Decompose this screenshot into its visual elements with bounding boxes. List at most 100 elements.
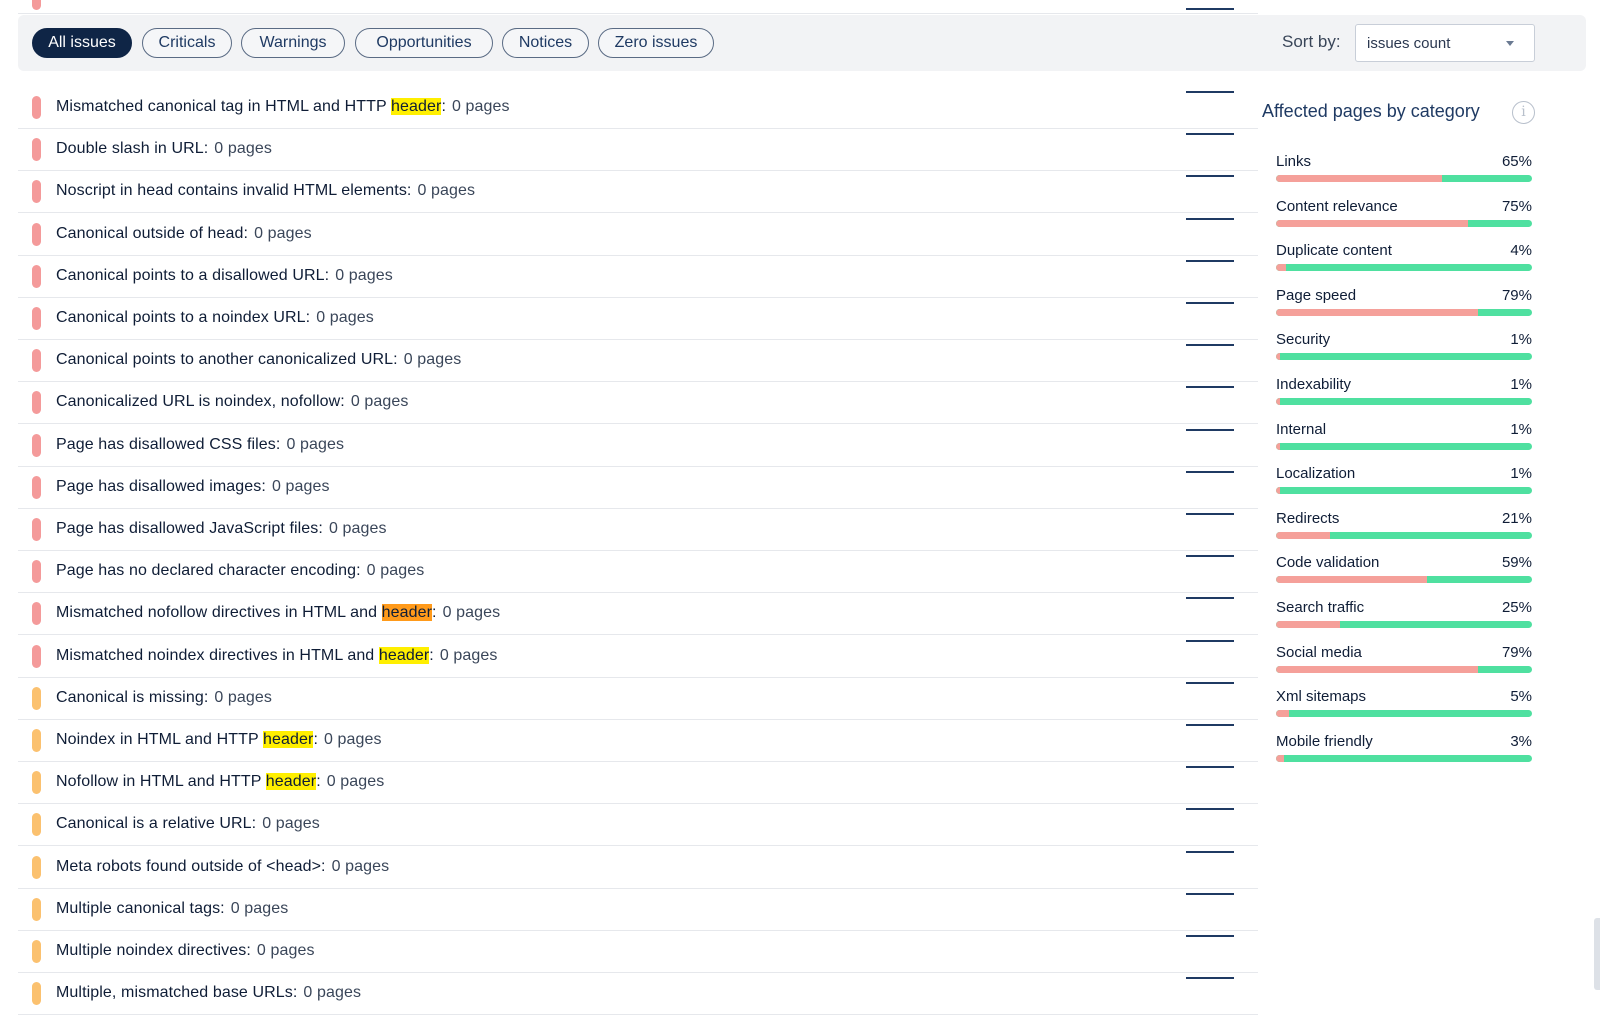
category-mobile-friendly[interactable]: Mobile friendly 3%: [1276, 733, 1532, 777]
issue-row[interactable]: Double slash in URL: 0 pages: [18, 128, 1258, 172]
issue-row[interactable]: Noindex in HTML and HTTP header: 0 pages: [18, 719, 1258, 762]
issue-row[interactable]: Meta robots found outside of <head>: 0 pa…: [18, 846, 1258, 889]
issue-row[interactable]: Page has disallowed CSS files: 0 pages: [18, 424, 1258, 467]
trend-sparkline: [1186, 8, 1234, 10]
issue-title[interactable]: Meta robots found outside of <head>: 0 pa…: [56, 858, 389, 876]
issue-row[interactable]: Multiple, mismatched base URLs: 0 pages: [18, 972, 1258, 1016]
trend-sparkline: [1186, 808, 1234, 811]
category-name: Indexability: [1276, 376, 1352, 393]
critical-marker: [32, 644, 41, 668]
category-content-relevance[interactable]: Content relevance 75%: [1276, 198, 1532, 242]
sort-by-dropdown[interactable]: issues count: [1355, 24, 1535, 62]
trend-sparkline: [1186, 386, 1234, 389]
issue-row[interactable]: Canonical points to another canonicalize…: [18, 339, 1258, 383]
issue-row[interactable]: Nofollow in HTML and HTTP header: 0 pages: [18, 761, 1258, 805]
category-duplicate-content[interactable]: Duplicate content 4%: [1276, 242, 1532, 286]
category-indexability[interactable]: Indexability 1%: [1276, 376, 1532, 420]
issue-row[interactable]: Canonical points to a noindex URL: 0 page…: [18, 297, 1258, 340]
critical-marker: [32, 349, 41, 373]
filter-chip-all-issues[interactable]: All issues: [32, 28, 132, 58]
filter-chip-warnings[interactable]: Warnings: [241, 28, 345, 58]
filter-chip-zero-issues[interactable]: Zero issues: [598, 28, 714, 58]
warning-marker: [32, 897, 41, 921]
issue-title[interactable]: Canonicalized URL is noindex, nofollow: 0…: [56, 393, 408, 411]
affected-fill: [1276, 621, 1340, 628]
issue-title[interactable]: Page has no declared character encoding:…: [56, 562, 424, 580]
issue-title-part: Nofollow in HTML and HTTP: [56, 773, 266, 791]
info-icon[interactable]: i: [1512, 101, 1535, 124]
issue-title[interactable]: Noindex in HTML and HTTP header: 0 pages: [56, 731, 382, 749]
category-social-media[interactable]: Social media 79%: [1276, 644, 1532, 688]
scrollbar-thumb[interactable]: [1594, 918, 1600, 990]
issue-title[interactable]: Multiple, mismatched base URLs: 0 pages: [56, 984, 361, 1002]
category-xml-sitemaps[interactable]: Xml sitemaps 5%: [1276, 688, 1532, 732]
highlighted-term: header: [265, 773, 317, 791]
issue-row[interactable]: Canonical points to a disallowed URL: 0 p…: [18, 255, 1258, 298]
issue-title[interactable]: Canonical points to a disallowed URL: 0 p…: [56, 267, 393, 285]
trend-sparkline: [1186, 259, 1234, 262]
category-redirects[interactable]: Redirects 21%: [1276, 510, 1532, 554]
category-localization[interactable]: Localization 1%: [1276, 465, 1532, 509]
issue-title[interactable]: Page has disallowed JavaScript files: 0 p…: [56, 520, 387, 538]
issue-row[interactable]: Mismatched canonical tag in HTML and HTT…: [18, 86, 1258, 129]
warning-marker: [32, 982, 41, 1006]
category-name: Links: [1276, 153, 1312, 170]
trend-sparkline: [1186, 302, 1234, 304]
issue-row[interactable]: Canonical is a relative URL: 0 pages: [18, 803, 1258, 847]
issue-title[interactable]: Mismatched canonical tag in HTML and HTT…: [56, 98, 510, 116]
issue-title[interactable]: Mismatched nofollow directives in HTML a…: [56, 604, 500, 622]
issue-row[interactable]: Canonical outside of head: 0 pages: [18, 213, 1258, 256]
issue-title[interactable]: Double slash in URL: 0 pages: [56, 140, 272, 158]
category-percent: 21%: [1501, 509, 1532, 527]
issue-row[interactable]: Canonical is missing: 0 pages: [18, 677, 1258, 720]
category-page-speed[interactable]: Page speed 79%: [1276, 287, 1532, 331]
trend-sparkline: [1186, 977, 1234, 980]
critical-marker: [32, 433, 41, 457]
issue-row[interactable]: Canonicalized URL is noindex, nofollow: 0…: [18, 381, 1258, 425]
issue-title[interactable]: Canonical points to another canonicalize…: [56, 351, 461, 369]
issue-row[interactable]: Page has disallowed JavaScript files: 0 p…: [18, 508, 1258, 551]
issue-page-count: 0 pages: [271, 477, 330, 495]
category-code-validation[interactable]: Code validation 59%: [1276, 554, 1532, 598]
issue-title[interactable]: Canonical is a relative URL: 0 pages: [56, 815, 320, 833]
issue-page-count: 0 pages: [331, 857, 390, 875]
warning-marker: [32, 855, 41, 879]
affected-fill: [1276, 353, 1280, 361]
issue-title[interactable]: Canonical is missing: 0 pages: [56, 689, 272, 707]
category-links[interactable]: Links 65%: [1276, 153, 1532, 197]
category-name: Content relevance: [1276, 197, 1398, 215]
filter-chip-criticals[interactable]: Criticals: [142, 28, 232, 58]
affected-fill: [1276, 264, 1287, 272]
issue-row[interactable]: Mismatched noindex directives in HTML an…: [18, 635, 1258, 678]
issue-page-count: 0 pages: [254, 224, 312, 242]
issue-title[interactable]: Multiple canonical tags: 0 pages: [56, 900, 288, 918]
issue-title[interactable]: Canonical outside of head: 0 pages: [56, 225, 312, 243]
highlighted-term: header: [391, 98, 442, 115]
issue-page-count: 0 pages: [316, 309, 374, 326]
issue-title[interactable]: Multiple noindex directives: 0 pages: [56, 942, 315, 960]
issue-row[interactable]: Page has no declared character encoding:…: [18, 550, 1258, 594]
issue-page-count: 0 pages: [451, 98, 510, 115]
issue-row[interactable]: Mismatched nofollow directives in HTML a…: [18, 592, 1258, 636]
category-name: Social media: [1276, 643, 1362, 661]
issue-title[interactable]: Page has disallowed CSS files: 0 pages: [56, 436, 344, 454]
category-progress-bar: [1276, 353, 1532, 361]
trend-sparkline: [1186, 344, 1234, 347]
issue-title[interactable]: Canonical points to a noindex URL: 0 page…: [56, 309, 374, 327]
filter-chip-opportunities[interactable]: Opportunities: [355, 28, 493, 58]
issue-title[interactable]: Page has disallowed images: 0 pages: [56, 478, 330, 496]
issue-title[interactable]: Noscript in head contains invalid HTML e…: [56, 182, 475, 200]
category-search-traffic[interactable]: Search traffic 25%: [1276, 599, 1532, 643]
issue-row[interactable]: Multiple noindex directives: 0 pages: [18, 930, 1258, 973]
issue-title[interactable]: Mismatched noindex directives in HTML an…: [56, 646, 497, 665]
issue-title-part: Multiple noindex directives:: [56, 942, 251, 959]
category-percent: 5%: [1510, 688, 1532, 706]
issue-title[interactable]: Nofollow in HTML and HTTP header: 0 pages: [56, 773, 384, 791]
category-security[interactable]: Security 1%: [1276, 331, 1532, 375]
category-internal[interactable]: Internal 1%: [1276, 421, 1532, 465]
issue-page-count: 0 pages: [324, 731, 382, 748]
issue-row[interactable]: Noscript in head contains invalid HTML e…: [18, 170, 1258, 214]
issue-row[interactable]: Page has disallowed images: 0 pages: [18, 466, 1258, 509]
issue-row[interactable]: Multiple canonical tags: 0 pages: [18, 888, 1258, 931]
filter-chip-notices[interactable]: Notices: [502, 28, 589, 58]
